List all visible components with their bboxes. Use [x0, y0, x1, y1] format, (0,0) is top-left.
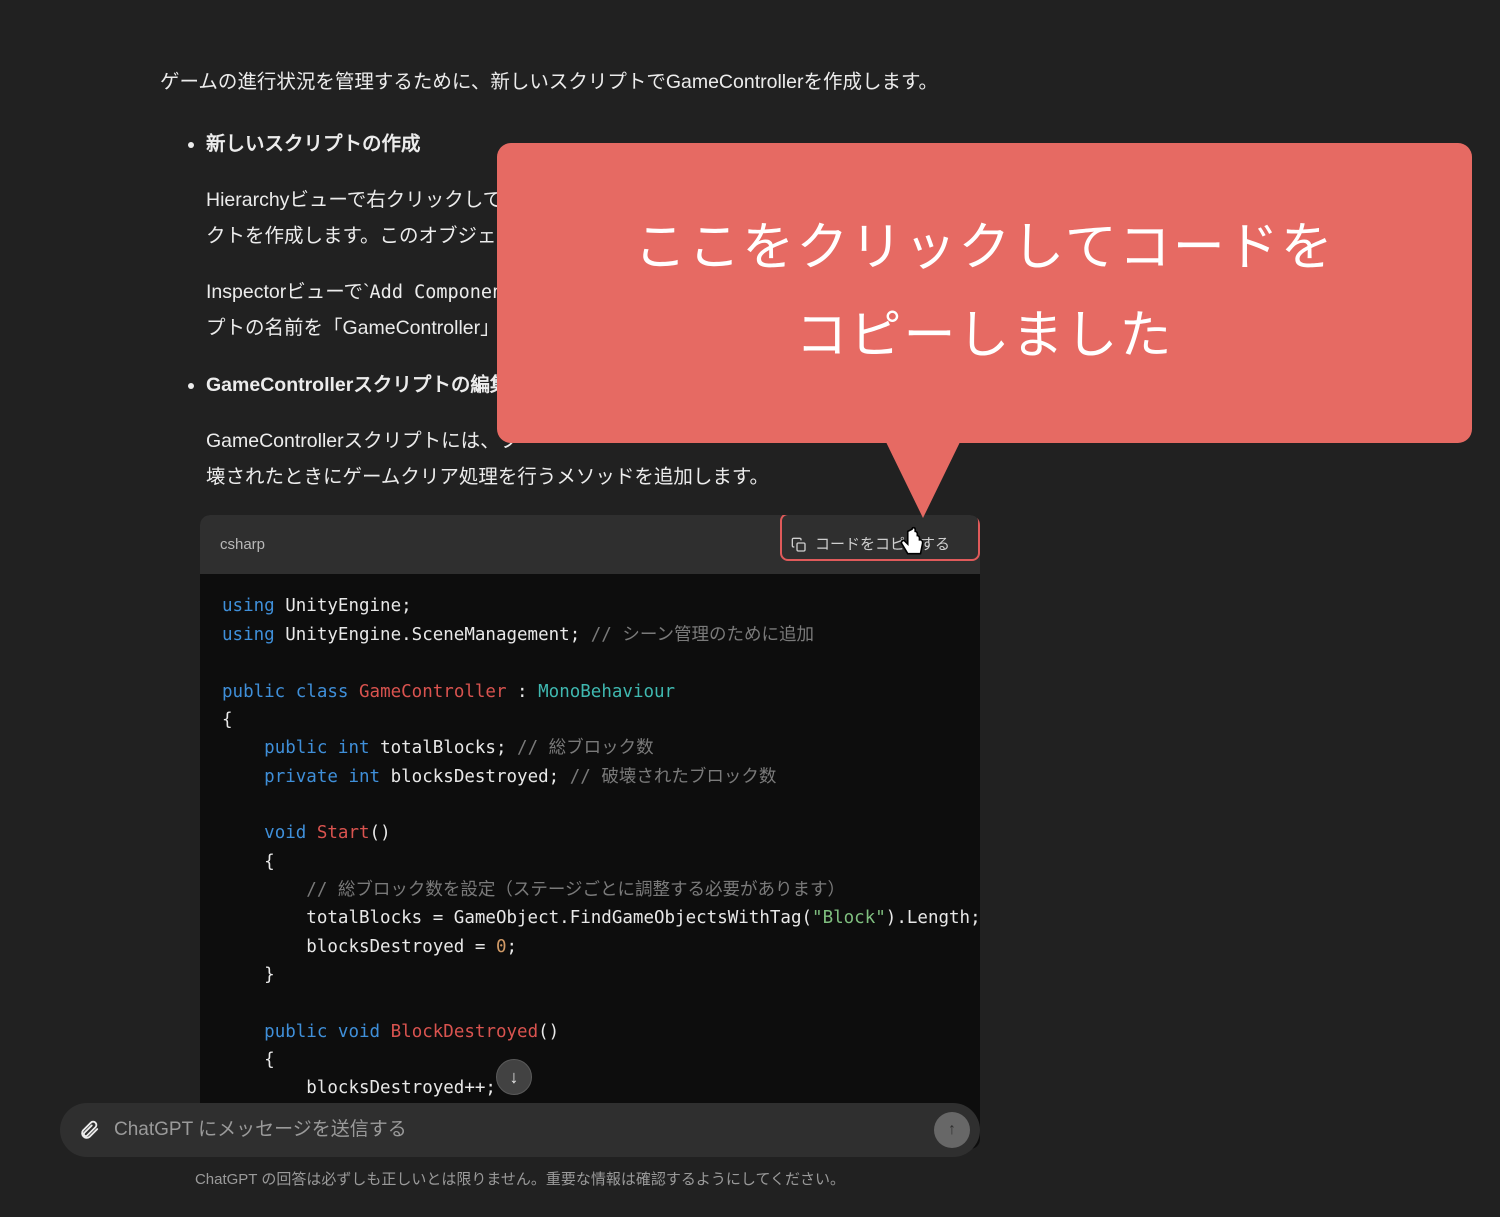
- message-composer[interactable]: ↑: [60, 1103, 980, 1157]
- annotation-callout-line: コピーしました: [634, 293, 1334, 381]
- send-button[interactable]: ↑: [934, 1112, 970, 1148]
- code-block-header: csharp コードをコピーする: [200, 515, 980, 575]
- arrow-down-icon: ↓: [510, 1067, 519, 1088]
- copy-icon: [791, 537, 807, 553]
- copy-code-label: コードをコピーする: [815, 531, 950, 559]
- code-content[interactable]: using UnityEngine; using UnityEngine.Sce…: [200, 574, 980, 1149]
- code-block: csharp コードをコピーする using UnityEngine; usin…: [200, 515, 980, 1149]
- annotation-callout-tail: [885, 440, 961, 518]
- scroll-to-bottom-button[interactable]: ↓: [496, 1059, 532, 1095]
- attach-file-button[interactable]: [78, 1119, 100, 1141]
- list-item-title: GameControllerスクリプトの編集: [206, 374, 509, 396]
- intro-paragraph: ゲームの進行状況を管理するために、新しいスクリプトでGameController…: [160, 64, 1050, 100]
- code-language-label: csharp: [220, 531, 265, 559]
- annotation-callout-line: ここをクリックしてコードを: [634, 205, 1334, 293]
- copy-code-button[interactable]: コードをコピーする: [781, 527, 960, 563]
- list-item-title: 新しいスクリプトの作成: [206, 133, 421, 155]
- paperclip-icon: [78, 1119, 100, 1141]
- message-input[interactable]: [114, 1119, 920, 1141]
- arrow-up-icon: ↑: [948, 1121, 956, 1139]
- disclaimer-text: ChatGPT の回答は必ずしも正しいとは限りません。重要な情報は確認するように…: [0, 1168, 1040, 1189]
- inline-code: Add Component: [370, 282, 515, 303]
- annotation-callout: ここをクリックしてコードを コピーしました: [497, 143, 1472, 443]
